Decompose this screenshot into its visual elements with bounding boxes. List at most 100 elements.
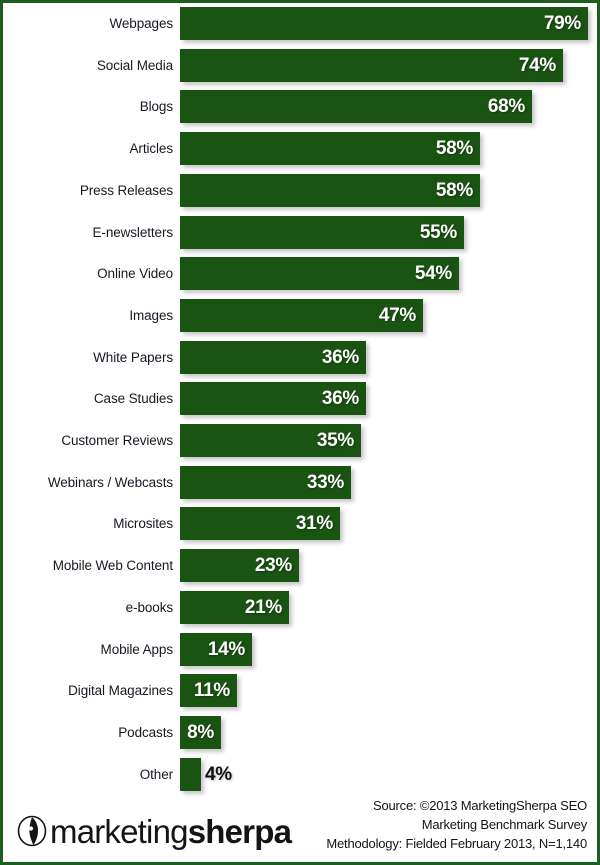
bar-row: White Papers 36% xyxy=(3,340,597,374)
bar-row: Press Releases 58% xyxy=(3,173,597,207)
bar-value-label: 74% xyxy=(518,54,556,76)
category-label: Microsites xyxy=(113,516,173,532)
category-label: Images xyxy=(129,307,173,323)
marketingsherpa-bar-chart: Webpages 79% Social Media 74% Blogs 68% Articl… xyxy=(0,0,600,865)
category-label: e-books xyxy=(125,599,173,615)
source-line-3: Methodology: Fielded February 2013, N=1,… xyxy=(326,836,587,852)
category-label: E-newsletters xyxy=(92,224,174,240)
category-label: White Papers xyxy=(93,349,173,365)
bar-value-label: 8% xyxy=(187,721,214,743)
bar-container: 11% xyxy=(180,674,237,708)
category-label: Mobile Apps xyxy=(100,641,174,657)
bar-container: 74% xyxy=(180,48,563,82)
bar-value-label: 31% xyxy=(295,513,333,535)
bar-container: 36% xyxy=(180,382,366,416)
category-label: Webinars / Webcasts xyxy=(47,474,173,490)
category-label: Webpages xyxy=(109,16,174,31)
bar-value-label: 47% xyxy=(378,304,416,326)
bar-value-label: 79% xyxy=(543,13,581,34)
bar-container: 79% xyxy=(180,7,588,40)
bar: 58% xyxy=(180,173,480,207)
bar: 23% xyxy=(180,549,299,583)
bar-value-label: 36% xyxy=(321,346,359,368)
bar-value-label: 36% xyxy=(321,388,359,410)
bar: 36% xyxy=(180,382,366,416)
bar-container: 35% xyxy=(180,424,361,457)
marketingsherpa-logo: marketingsherpa xyxy=(15,808,292,854)
bar-row: Case Studies 36% xyxy=(3,382,597,416)
bar-row: e-books 21% xyxy=(3,590,597,624)
bar-container: 8% xyxy=(180,715,221,749)
category-label: Customer Reviews xyxy=(61,433,173,448)
bar: 14% xyxy=(180,632,252,666)
category-label: Other xyxy=(139,766,173,782)
logo-wordmark: marketingsherpa xyxy=(50,812,292,850)
category-label: Social Media xyxy=(96,57,173,73)
category-label: Podcasts xyxy=(118,724,173,740)
bar-value-label: 11% xyxy=(193,680,230,702)
bar-value-label: 58% xyxy=(435,138,473,160)
category-label: Digital Magazines xyxy=(68,683,173,699)
bar-value-label: 33% xyxy=(306,471,344,493)
bar: 58% xyxy=(180,132,480,166)
bar: 74% xyxy=(180,48,563,82)
bar: 35% xyxy=(180,424,361,457)
bar-container: 23% xyxy=(180,549,299,583)
category-label: Mobile Web Content xyxy=(52,558,173,574)
bar-value-label: 23% xyxy=(254,555,292,577)
bar-value-label: 35% xyxy=(316,430,354,451)
bar-container: 31% xyxy=(180,507,340,541)
category-label: Press Releases xyxy=(79,182,173,198)
bar-row: Images 47% xyxy=(3,298,597,332)
bar-container: 36% xyxy=(180,340,366,374)
bar: 79% xyxy=(180,7,588,40)
category-label: Articles xyxy=(129,141,174,157)
bar: 11% xyxy=(180,674,237,708)
logo-text-bold: sherpa xyxy=(187,812,292,850)
bar-row: Digital Magazines 11% xyxy=(3,674,597,708)
bar-value-label: 21% xyxy=(244,596,282,618)
bar-row: Webpages 79% xyxy=(3,7,597,40)
source-attribution: Source: ©2013 MarketingSherpa SEO Market… xyxy=(326,797,587,854)
bar-value-label: 54% xyxy=(414,263,452,285)
bar-value-label: 55% xyxy=(419,221,457,243)
bar-row: Mobile Web Content 23% xyxy=(3,549,597,583)
bar-row: E-newsletters 55% xyxy=(3,215,597,249)
bar: 54% xyxy=(180,257,459,291)
bar-row: Webinars / Webcasts 33% xyxy=(3,465,597,499)
sherpa-compass-icon xyxy=(17,815,47,847)
bar-container: 33% xyxy=(180,465,351,499)
bar-row: Other 4% xyxy=(3,757,597,791)
bar: 8% xyxy=(180,715,221,749)
bar-value-label: 68% xyxy=(487,96,525,118)
bar xyxy=(180,757,201,791)
bar-row: Podcasts 8% xyxy=(3,715,597,749)
bar: 47% xyxy=(180,298,423,332)
chart-footer: marketingsherpa Source: ©2013 MarketingS… xyxy=(3,790,597,862)
category-label: Online Video xyxy=(97,266,173,282)
bar-row: Customer Reviews 35% xyxy=(3,424,597,457)
bar-container: 4% xyxy=(180,757,232,791)
bar-row: Articles 58% xyxy=(3,132,597,166)
chart-plot-area: Webpages 79% Social Media 74% Blogs 68% Articl… xyxy=(3,3,597,793)
bar-container: 54% xyxy=(180,257,459,291)
bar-row: Microsites 31% xyxy=(3,507,597,541)
bar-row: Online Video 54% xyxy=(3,257,597,291)
bar-container: 58% xyxy=(180,173,480,207)
bar-row: Social Media 74% xyxy=(3,48,597,82)
bar: 68% xyxy=(180,90,532,124)
bar-container: 14% xyxy=(180,632,252,666)
bar-row: Blogs 68% xyxy=(3,90,597,124)
logo-text-light: marketing xyxy=(50,812,189,850)
bar-container: 21% xyxy=(180,590,289,624)
bar-container: 55% xyxy=(180,215,464,249)
bar-value-label: 58% xyxy=(435,179,473,201)
bar-container: 47% xyxy=(180,298,423,332)
category-label: Case Studies xyxy=(93,391,173,407)
bar: 33% xyxy=(180,465,351,499)
category-label: Blogs xyxy=(139,99,173,115)
bar-value-label: 14% xyxy=(207,638,245,660)
bar: 36% xyxy=(180,340,366,374)
bar-row: Mobile Apps 14% xyxy=(3,632,597,666)
bar-value-label: 4% xyxy=(205,763,232,785)
